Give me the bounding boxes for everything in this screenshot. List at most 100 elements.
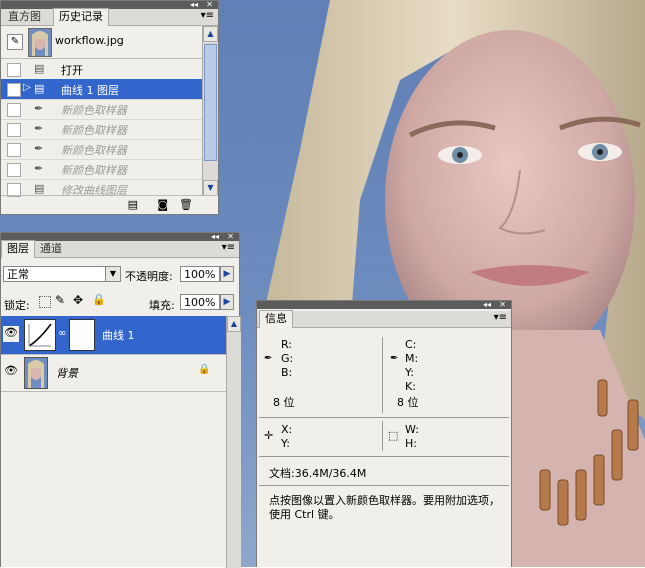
tab-layers[interactable]: 图层 — [1, 240, 35, 258]
panel-menu-icon[interactable]: ▾≡ — [222, 242, 235, 253]
document-size: 文档:36.4M/36.4M — [269, 467, 367, 480]
opacity-label: 不透明度: — [125, 270, 173, 283]
chevron-down-icon[interactable]: ▼ — [105, 267, 120, 281]
tab-history[interactable]: 历史记录 — [53, 8, 109, 26]
history-brush-source-checkbox[interactable] — [7, 63, 21, 77]
scroll-up-icon[interactable]: ▲ — [203, 26, 218, 42]
divider — [382, 421, 383, 451]
new-snapshot-icon[interactable]: ◙ — [157, 198, 168, 211]
history-brush-source-checkbox[interactable] — [7, 123, 21, 137]
divider — [382, 337, 383, 413]
bit-depth-left: 8 位 — [273, 396, 295, 409]
crosshair-icon: ✛ — [264, 429, 274, 442]
opacity-value: 100% — [184, 268, 216, 281]
history-bottom-bar: ▤ ◙ 🗑 — [1, 195, 218, 214]
collapse-icon[interactable]: ◂◂ — [483, 300, 491, 309]
xy-label-x: X: — [281, 423, 293, 436]
lock-paint-icon[interactable]: ✎ — [55, 293, 65, 307]
collapse-icon[interactable]: ◂◂ — [190, 0, 198, 9]
xy-label-y: Y: — [281, 437, 290, 450]
eyedropper-icon: ✒ — [264, 353, 273, 364]
layers-tabs: 图层 通道 ▾≡ — [1, 240, 239, 258]
document-icon: ▤ — [34, 182, 45, 195]
panel-titlebar[interactable]: ◂◂ ✕ — [1, 0, 218, 9]
divider — [259, 485, 509, 486]
history-item[interactable]: ✒ 新颜色取样器 — [1, 159, 202, 180]
color-sampler-icon: ✒ — [34, 142, 44, 155]
chain-link-icon[interactable]: ∞ — [58, 328, 66, 339]
close-icon[interactable]: ✕ — [499, 300, 506, 309]
layer-mask-thumbnail[interactable] — [69, 319, 95, 351]
scroll-down-icon[interactable]: ▼ — [203, 180, 218, 196]
info-panel: ◂◂ ✕ 信息 ▾≡ ✒ R: G: B: 8 位 ✒ C: M: Y: K: … — [256, 300, 512, 567]
opacity-slider-arrow-icon[interactable]: ▶ — [220, 266, 234, 282]
history-snapshot-row[interactable]: ✎ workflow.jpg — [1, 26, 202, 59]
tool-hint: 点按图像以置入新颜色取样器。要用附加选项，使用 Ctrl 键。 — [269, 494, 500, 521]
layers-scrollbar[interactable]: ▲ — [226, 316, 241, 568]
history-state-marker-icon: ▷ — [23, 82, 31, 93]
history-tabs: 直方图 历史记录 ▾≡ — [1, 8, 218, 26]
divider — [259, 417, 509, 418]
fill-slider-arrow-icon[interactable]: ▶ — [220, 294, 234, 310]
trash-icon[interactable]: 🗑 — [179, 198, 193, 211]
wh-label-w: W: — [405, 423, 419, 436]
panel-menu-icon[interactable]: ▾≡ — [201, 10, 214, 21]
blend-mode-value: 正常 — [7, 268, 29, 281]
close-icon[interactable]: ✕ — [206, 0, 213, 9]
wh-label-h: H: — [405, 437, 417, 450]
layer-row-background[interactable]: 👁 背景 🔒 — [1, 355, 226, 392]
brush-source-icon[interactable]: ✎ — [7, 34, 23, 50]
history-brush-source-checkbox[interactable] — [7, 103, 21, 117]
eye-icon[interactable]: 👁 — [3, 364, 19, 380]
layer-thumbnail[interactable] — [24, 357, 48, 389]
history-item[interactable]: ▤ 打开 — [1, 59, 202, 80]
close-icon[interactable]: ✕ — [227, 232, 234, 241]
cmyk-label-k: K: — [405, 380, 416, 393]
bit-depth-right: 8 位 — [397, 396, 419, 409]
history-item-label: 新颜色取样器 — [61, 164, 127, 177]
scroll-up-icon[interactable]: ▲ — [227, 316, 241, 332]
panel-menu-icon[interactable]: ▾≡ — [494, 312, 507, 323]
history-brush-source-checkbox[interactable] — [7, 143, 21, 157]
curves-adjustment-thumbnail[interactable] — [24, 319, 56, 351]
history-item-label: 新颜色取样器 — [61, 124, 127, 137]
new-document-from-state-icon[interactable]: ▤ — [128, 198, 138, 211]
panel-titlebar[interactable]: ◂◂ ✕ — [1, 232, 239, 241]
history-item[interactable]: ✒ 新颜色取样器 — [1, 119, 202, 140]
cmyk-label-m: M: — [405, 352, 419, 365]
panel-titlebar[interactable]: ◂◂ ✕ — [257, 300, 511, 309]
fill-label: 填充: — [149, 299, 175, 312]
layer-name[interactable]: 背景 — [56, 365, 78, 381]
collapse-icon[interactable]: ◂◂ — [211, 232, 219, 241]
lock-all-icon[interactable]: 🔒 — [92, 293, 106, 306]
history-item[interactable]: ▷ ▤ 曲线 1 图层 — [1, 79, 202, 100]
color-sampler-icon: ✒ — [34, 162, 44, 175]
history-scrollbar[interactable]: ▲ ▼ — [202, 26, 218, 196]
history-item[interactable]: ✒ 新颜色取样器 — [1, 139, 202, 160]
layer-name[interactable]: 曲线 1 — [102, 327, 135, 343]
tab-histogram[interactable]: 直方图 — [3, 9, 46, 25]
selection-size-icon: ⬚ — [388, 429, 399, 442]
scroll-thumb[interactable] — [204, 44, 217, 161]
layer-row-curves[interactable]: 👁 ∞ 曲线 1 — [1, 316, 226, 355]
tab-info[interactable]: 信息 — [259, 310, 293, 328]
tab-channels[interactable]: 通道 — [35, 241, 67, 257]
eyedropper-icon: ✒ — [390, 353, 399, 364]
rgb-label-b: B: — [281, 366, 293, 379]
color-sampler-icon: ✒ — [34, 102, 44, 115]
eye-icon[interactable]: 👁 — [3, 326, 19, 342]
fill-input[interactable]: 100% — [180, 294, 220, 310]
opacity-input[interactable]: 100% — [180, 266, 220, 282]
history-item[interactable]: ✒ 新颜色取样器 — [1, 99, 202, 120]
history-list: ▤ 打开 ▷ ▤ 曲线 1 图层 ✒ 新颜色取样器 ✒ 新颜色取样器 ✒ 新颜色取样器 ✒ 新颜色取样器… — [1, 59, 202, 197]
blend-mode-select[interactable]: 正常 ▼ — [3, 266, 121, 282]
lock-label: 锁定: — [4, 299, 30, 312]
info-tabs: 信息 ▾≡ — [257, 310, 511, 328]
history-brush-source-checkbox[interactable] — [7, 163, 21, 177]
lock-transparent-icon[interactable] — [39, 296, 51, 308]
history-item-label: 新颜色取样器 — [61, 104, 127, 117]
lock-position-icon[interactable]: ✥ — [73, 293, 83, 307]
document-icon: ▤ — [34, 82, 45, 95]
history-brush-source-checkbox[interactable] — [7, 83, 21, 97]
history-item-label: 新颜色取样器 — [61, 144, 127, 157]
